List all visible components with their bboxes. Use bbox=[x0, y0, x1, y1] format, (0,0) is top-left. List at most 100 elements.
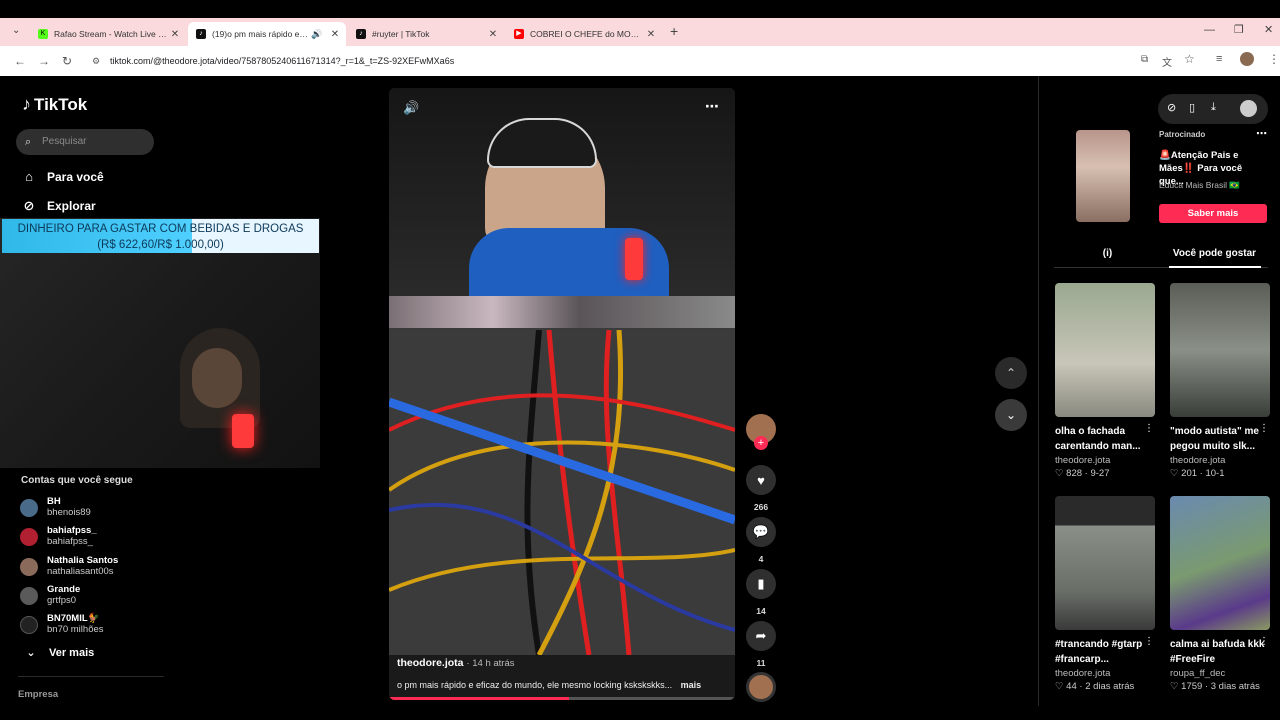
close-icon[interactable]: ✕ bbox=[486, 29, 500, 40]
volume-icon[interactable]: 🔊 bbox=[403, 100, 419, 116]
forward-icon[interactable]: → bbox=[38, 54, 50, 68]
ad-thumbnail[interactable] bbox=[1076, 130, 1130, 222]
save-button[interactable]: ▮ 14 bbox=[746, 569, 776, 616]
minimize-icon[interactable]: — bbox=[1204, 24, 1215, 36]
video-author[interactable]: theodore.jota bbox=[1170, 455, 1270, 466]
avatar bbox=[20, 557, 38, 576]
video-date: 2 dias atrás bbox=[1085, 681, 1135, 692]
video-facecam-area: 🔊 ⋯ bbox=[389, 88, 735, 296]
browser-tab-ruyter[interactable]: ♪ #ruyter | TikTok ✕ bbox=[348, 22, 504, 46]
close-icon[interactable]: ✕ bbox=[328, 29, 342, 40]
video-thumbnail[interactable] bbox=[1170, 496, 1270, 630]
footer-company-link[interactable]: Empresa bbox=[18, 689, 58, 700]
like-count: 266 bbox=[753, 502, 769, 512]
profile-avatar[interactable] bbox=[1240, 100, 1257, 117]
tab-you-may-like[interactable]: Você pode gostar bbox=[1161, 245, 1268, 263]
nav-for-you[interactable]: ⌂ Para você bbox=[20, 169, 104, 184]
tiktok-logo[interactable]: ♪ TikTok bbox=[22, 94, 87, 115]
heart-outline-icon: ♡ bbox=[1170, 681, 1182, 692]
previous-video-button[interactable]: ⌃ bbox=[995, 357, 1027, 389]
like-button[interactable]: ♥ 266 bbox=[746, 465, 776, 512]
recommended-video[interactable]: calma ai bafuda kkk #FreeFire roupa_ff_d… bbox=[1170, 496, 1270, 692]
site-info-icon[interactable]: ⚙ bbox=[92, 50, 100, 72]
video-options-icon[interactable]: ⋮ bbox=[1144, 423, 1154, 434]
ad-options-icon[interactable]: ⋯ bbox=[1256, 127, 1267, 140]
music-disc-button[interactable] bbox=[746, 672, 776, 702]
following-account[interactable]: bahiafpss_ bahiafpss_ bbox=[20, 525, 97, 548]
video-options-icon[interactable]: ⋮ bbox=[1259, 636, 1269, 647]
video-author[interactable]: theodore.jota bbox=[1055, 668, 1155, 679]
install-app-icon[interactable]: ⧉ bbox=[1141, 54, 1148, 65]
share-button[interactable]: ➦ 11 bbox=[746, 621, 776, 668]
video-author[interactable]: theodore.jota · 14 h atrás bbox=[397, 657, 515, 669]
profile-avatar[interactable] bbox=[1240, 52, 1254, 66]
tiktok-icon: ♪ bbox=[22, 94, 31, 114]
video-author[interactable]: roupa_ff_dec bbox=[1170, 668, 1270, 679]
author-avatar-button[interactable]: + bbox=[746, 414, 776, 450]
bookmark-icon: ▮ bbox=[746, 569, 776, 599]
avatar bbox=[20, 615, 38, 634]
search-input[interactable]: ⌕ Pesquisar bbox=[16, 129, 154, 155]
account-username: bahiafpss_ bbox=[47, 536, 93, 547]
more-options-icon[interactable]: ⋯ bbox=[705, 98, 719, 115]
following-account[interactable]: BN70MIL🐓 bn70 milhões bbox=[20, 613, 104, 636]
following-account[interactable]: Grande grtfps0 bbox=[20, 584, 80, 607]
bookmark-star-icon[interactable]: ☆ bbox=[1184, 52, 1195, 66]
banner-line-1: DINHEIRO PARA GASTAR COM BEBIDAS E DROGA… bbox=[17, 223, 304, 235]
new-tab-plus-icon[interactable]: + bbox=[670, 23, 678, 39]
following-account[interactable]: BH bhenois89 bbox=[20, 496, 91, 519]
video-likes: 828 bbox=[1066, 468, 1083, 479]
recommended-video[interactable]: olha o fachada carentando man... theodor… bbox=[1055, 283, 1155, 479]
translate-icon[interactable]: 文 bbox=[1162, 54, 1172, 69]
video-progress-bar[interactable] bbox=[389, 697, 735, 700]
browser-tab-kick[interactable]: K Rafao Stream - Watch Live on Ki ✕ bbox=[30, 22, 186, 46]
following-account[interactable]: Nathalia Santos nathaliasant00s bbox=[20, 555, 118, 578]
browser-tab-youtube[interactable]: ▶ COBREI O CHEFE do MORRO ✕ bbox=[506, 22, 662, 46]
donation-goal-banner: DINHEIRO PARA GASTAR COM BEBIDAS E DROGA… bbox=[2, 219, 319, 253]
tab-info[interactable]: (i) bbox=[1054, 245, 1161, 263]
video-thumbnail[interactable] bbox=[1055, 496, 1155, 630]
video-options-icon[interactable]: ⋮ bbox=[1259, 423, 1269, 434]
learn-more-button[interactable]: Saber mais bbox=[1159, 204, 1267, 223]
video-likes: 201 bbox=[1181, 468, 1198, 479]
video-title[interactable]: olha o fachada carentando man... bbox=[1055, 424, 1155, 454]
stream-webcam-overlay: DINHEIRO PARA GASTAR COM BEBIDAS E DROGA… bbox=[0, 218, 320, 468]
comment-button[interactable]: 💬 4 bbox=[746, 517, 776, 564]
see-more-button[interactable]: ⌄ Ver mais bbox=[22, 646, 94, 660]
speaker-icon[interactable]: 🔊 bbox=[310, 29, 324, 40]
recommended-video[interactable]: "modo autista" me pegou muito slk... the… bbox=[1170, 283, 1270, 479]
video-thumbnail[interactable] bbox=[1055, 283, 1155, 417]
video-author[interactable]: theodore.jota bbox=[1055, 455, 1155, 466]
video-title[interactable]: #trancando #gtarp #francarp... bbox=[1055, 637, 1155, 667]
video-options-icon[interactable]: ⋮ bbox=[1144, 636, 1154, 647]
back-icon[interactable]: ← bbox=[14, 54, 26, 68]
menu-kebab-icon[interactable]: ⋮ bbox=[1268, 52, 1280, 66]
tab-list-chevron-icon[interactable]: ⌄ bbox=[12, 25, 20, 36]
account-name: BH bbox=[47, 496, 61, 507]
video-title[interactable]: "modo autista" me pegou muito slk... bbox=[1170, 424, 1270, 454]
close-icon[interactable]: ✕ bbox=[644, 29, 658, 40]
window-close-icon[interactable]: ✕ bbox=[1264, 23, 1273, 36]
video-title[interactable]: calma ai bafuda kkk #FreeFire bbox=[1170, 637, 1270, 667]
nav-explore[interactable]: ⊘ Explorar bbox=[20, 198, 96, 214]
restore-icon[interactable]: ❐ bbox=[1234, 23, 1244, 36]
video-player[interactable]: 🔊 ⋯ theodore.jota · 14 h atrás o pm mais… bbox=[389, 88, 735, 700]
video-thumbnail[interactable] bbox=[1170, 283, 1270, 417]
recommended-video[interactable]: #trancando #gtarp #francarp... theodore.… bbox=[1055, 496, 1155, 692]
download-icon[interactable]: ⤓ bbox=[1211, 101, 1216, 114]
account-username: grtfps0 bbox=[47, 595, 77, 606]
browser-tab-tiktok-video[interactable]: ♪ (19)o pm mais rápido e efic 🔊 ✕ bbox=[188, 22, 346, 46]
compass-icon[interactable]: ⊘ bbox=[1167, 101, 1176, 114]
extensions-icon[interactable]: ≡ bbox=[1216, 53, 1222, 65]
reload-icon[interactable]: ↻ bbox=[62, 54, 72, 68]
tab-title: COBREI O CHEFE do MORRO bbox=[530, 29, 644, 39]
mobile-icon[interactable]: ▯ bbox=[1189, 101, 1195, 114]
search-icon: ⌕ bbox=[25, 136, 32, 148]
ad-advertiser: Educa Mais Brasil 🇧🇷 bbox=[1159, 180, 1240, 190]
url-input[interactable]: ⚙ tiktok.com/@theodore.jota/video/758780… bbox=[84, 50, 1208, 72]
see-more-link[interactable]: mais bbox=[681, 680, 702, 690]
follow-plus-icon[interactable]: + bbox=[754, 436, 768, 450]
close-icon[interactable]: ✕ bbox=[168, 29, 182, 40]
video-likes: 44 bbox=[1066, 681, 1077, 692]
next-video-button[interactable]: ⌄ bbox=[995, 399, 1027, 431]
